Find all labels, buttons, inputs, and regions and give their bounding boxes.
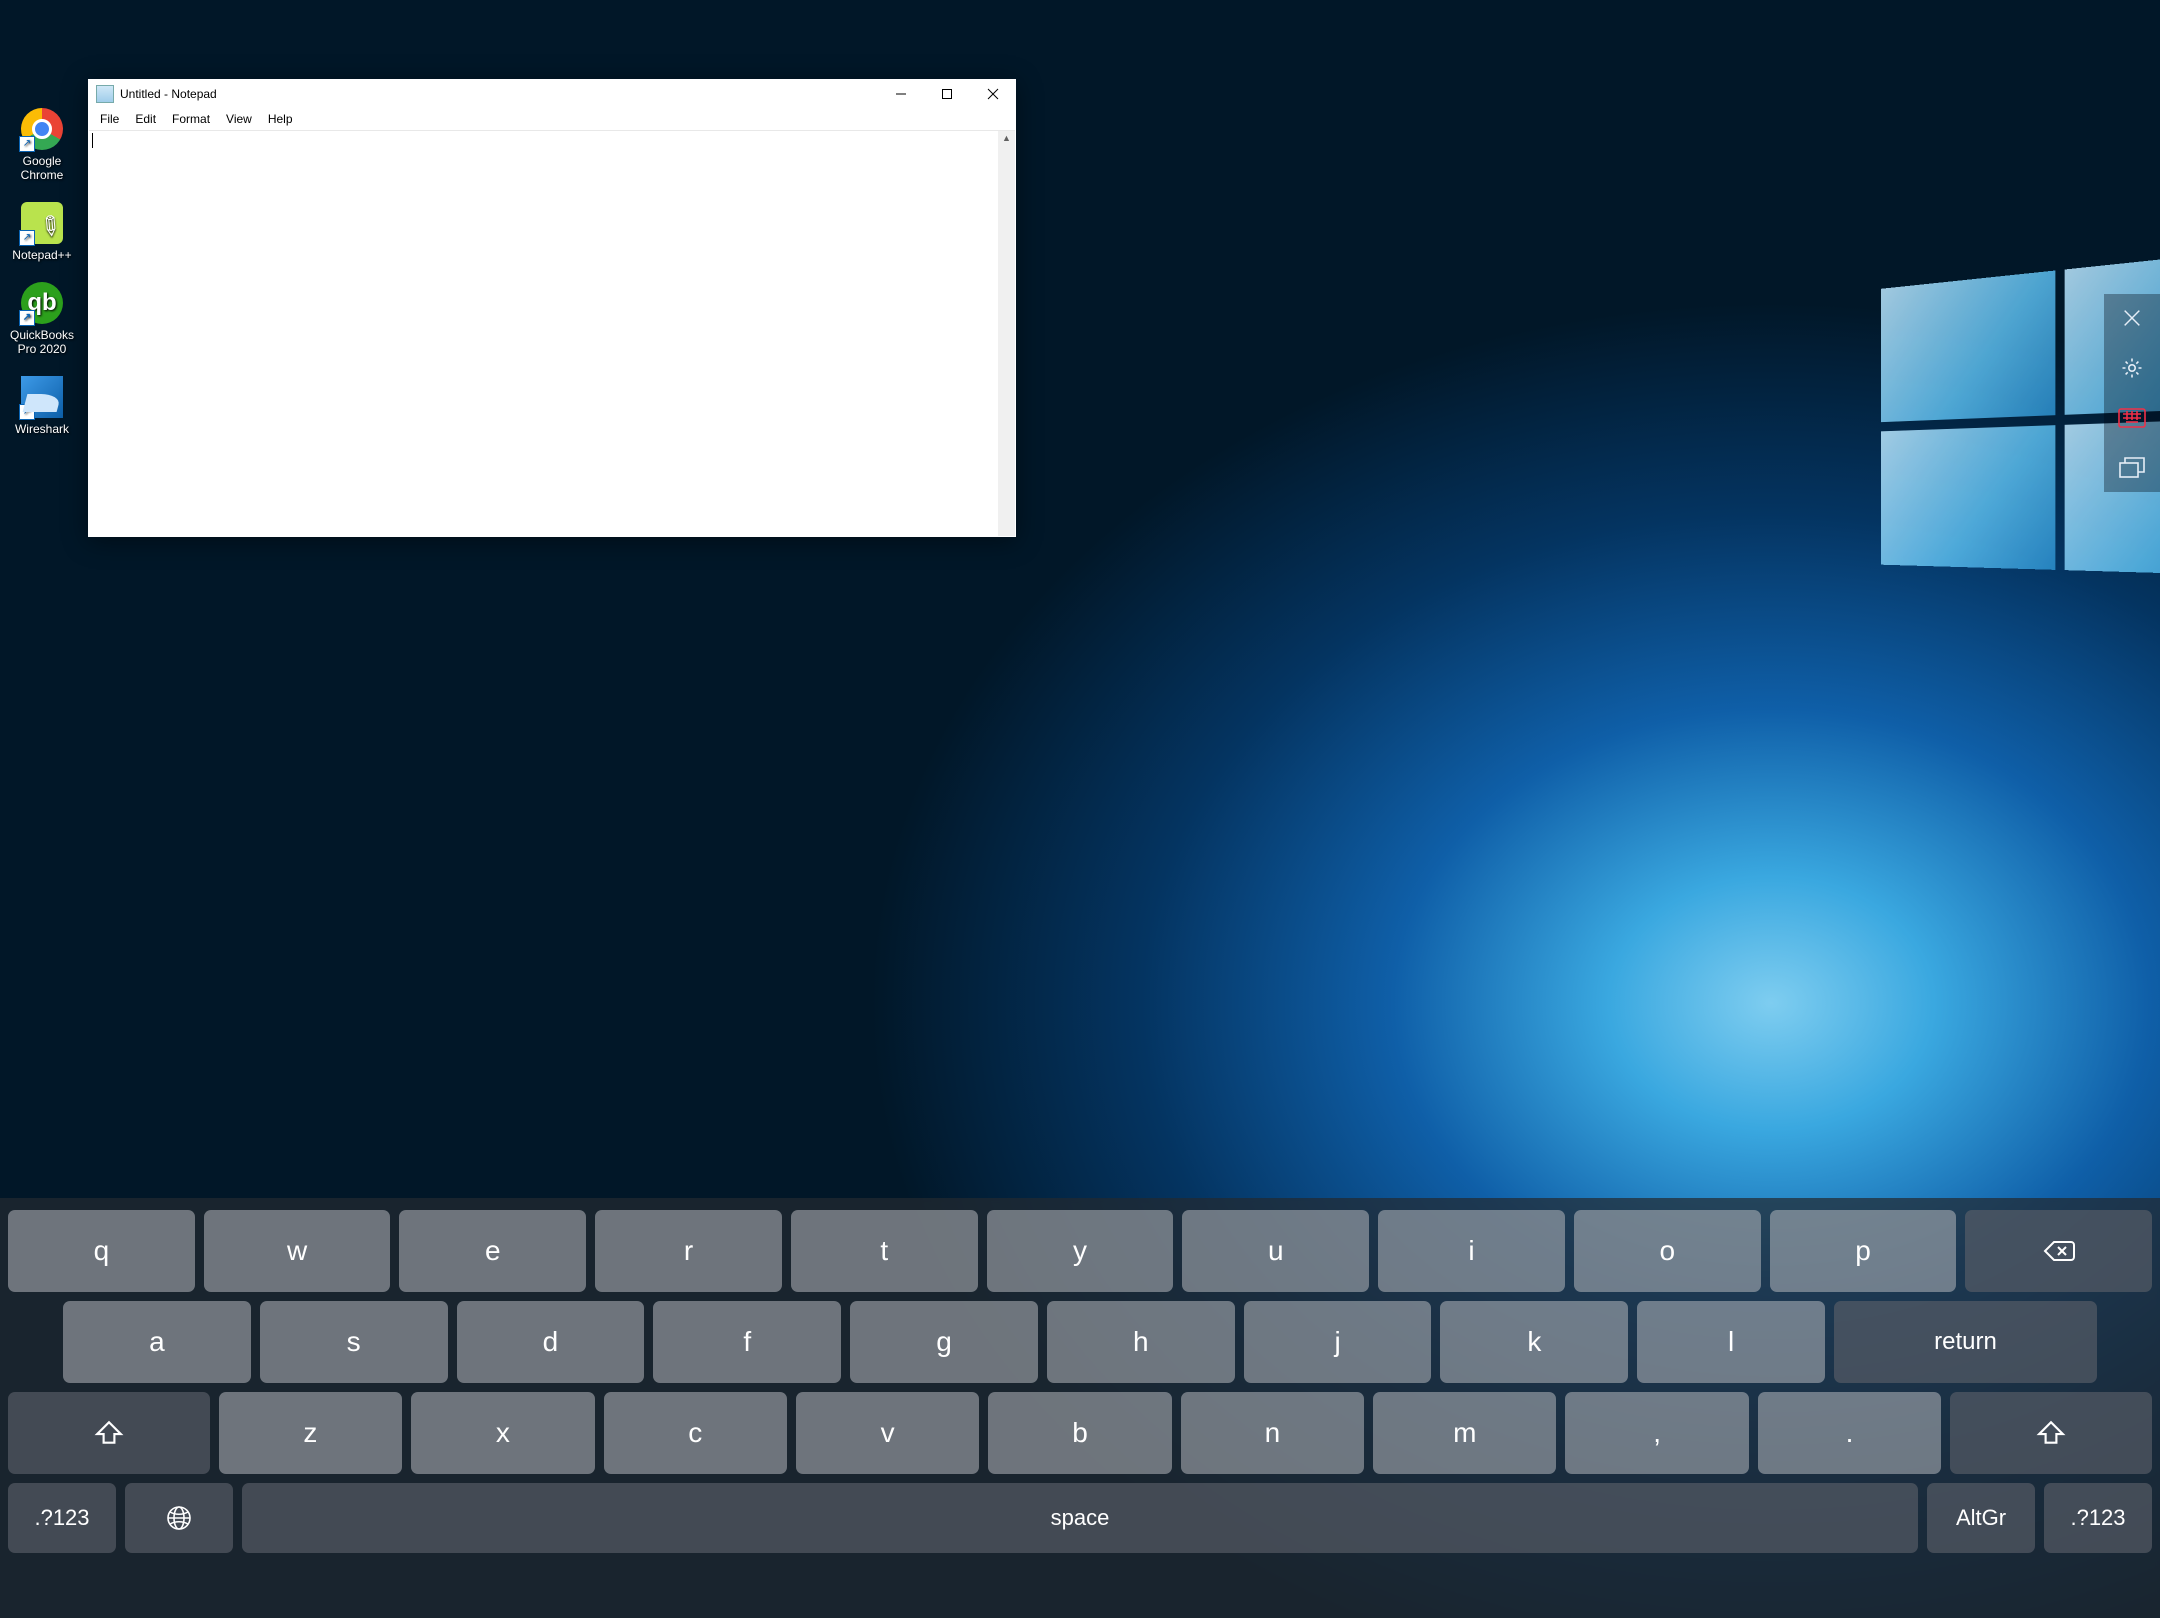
- panel-settings-button[interactable]: [2118, 356, 2146, 380]
- notepadpp-icon: ✎↗: [21, 202, 63, 244]
- multiwindow-icon: [2119, 457, 2145, 479]
- desktop-icon-label: Wireshark: [5, 422, 79, 436]
- menu-edit[interactable]: Edit: [127, 110, 164, 130]
- key-g[interactable]: g: [850, 1301, 1038, 1383]
- key-q[interactable]: q: [8, 1210, 195, 1292]
- notepad-window: Untitled - Notepad File Edit Format View…: [88, 79, 1016, 537]
- keyboard-row-4: .?123 space AltGr .?123: [8, 1483, 2152, 1553]
- keyboard-row-1: q w e r t y u i o p: [8, 1210, 2152, 1292]
- key-c[interactable]: c: [604, 1392, 787, 1474]
- key-return[interactable]: return: [1834, 1301, 2097, 1383]
- key-z[interactable]: z: [219, 1392, 402, 1474]
- key-l[interactable]: l: [1637, 1301, 1825, 1383]
- desktop-icon-chrome[interactable]: ↗ Google Chrome: [5, 108, 79, 182]
- keyboard-icon: [2118, 408, 2146, 428]
- wireshark-icon: ↗: [21, 376, 63, 418]
- key-x[interactable]: x: [411, 1392, 594, 1474]
- key-h[interactable]: h: [1047, 1301, 1235, 1383]
- chrome-icon: ↗: [21, 108, 63, 150]
- key-p[interactable]: p: [1770, 1210, 1957, 1292]
- menu-view[interactable]: View: [218, 110, 260, 130]
- menu-file[interactable]: File: [92, 110, 127, 130]
- shortcut-overlay-icon: ↗: [19, 136, 35, 152]
- text-caret: [92, 133, 93, 148]
- minimize-button[interactable]: [878, 79, 924, 109]
- key-shift-left[interactable]: [8, 1392, 210, 1474]
- key-altgr[interactable]: AltGr: [1927, 1483, 2035, 1553]
- remote-side-panel: [2104, 294, 2160, 492]
- menubar: File Edit Format View Help: [88, 110, 1016, 130]
- key-j[interactable]: j: [1244, 1301, 1432, 1383]
- gear-icon: [2120, 356, 2144, 380]
- panel-keyboard-button[interactable]: [2118, 406, 2146, 430]
- key-y[interactable]: y: [987, 1210, 1174, 1292]
- close-icon: [2121, 307, 2143, 329]
- key-s[interactable]: s: [260, 1301, 448, 1383]
- titlebar[interactable]: Untitled - Notepad: [88, 79, 1016, 110]
- keyboard-row-3: z x c v b n m , .: [8, 1392, 2152, 1474]
- vertical-scrollbar[interactable]: ▲: [998, 131, 1015, 536]
- key-period[interactable]: .: [1758, 1392, 1941, 1474]
- panel-close-button[interactable]: [2118, 306, 2146, 330]
- key-f[interactable]: f: [653, 1301, 841, 1383]
- menu-format[interactable]: Format: [164, 110, 218, 130]
- key-m[interactable]: m: [1373, 1392, 1556, 1474]
- key-n[interactable]: n: [1181, 1392, 1364, 1474]
- key-k[interactable]: k: [1440, 1301, 1628, 1383]
- key-u[interactable]: u: [1182, 1210, 1369, 1292]
- key-shift-right[interactable]: [1950, 1392, 2152, 1474]
- maximize-button[interactable]: [924, 79, 970, 109]
- key-o[interactable]: o: [1574, 1210, 1761, 1292]
- desktop-icon-notepadpp[interactable]: ✎↗ Notepad++: [5, 202, 79, 262]
- shift-icon: [2034, 1419, 2068, 1447]
- desktop-icon-quickbooks[interactable]: qb↗ QuickBooks Pro 2020: [5, 282, 79, 356]
- key-e[interactable]: e: [399, 1210, 586, 1292]
- text-editor-area[interactable]: ▲: [89, 130, 1015, 536]
- quickbooks-icon: qb↗: [21, 282, 63, 324]
- key-mode-left[interactable]: .?123: [8, 1483, 116, 1553]
- key-d[interactable]: d: [457, 1301, 645, 1383]
- key-a[interactable]: a: [63, 1301, 251, 1383]
- key-space[interactable]: space: [242, 1483, 1918, 1553]
- key-i[interactable]: i: [1378, 1210, 1565, 1292]
- menu-help[interactable]: Help: [260, 110, 301, 130]
- key-v[interactable]: v: [796, 1392, 979, 1474]
- desktop-icon-label: Notepad++: [5, 248, 79, 262]
- desktop-icon-label: Google Chrome: [5, 154, 79, 182]
- shift-icon: [92, 1419, 126, 1447]
- key-backspace[interactable]: [1965, 1210, 2152, 1292]
- panel-multiwindow-button[interactable]: [2118, 456, 2146, 480]
- close-button[interactable]: [970, 79, 1016, 109]
- shortcut-overlay-icon: ↗: [19, 404, 35, 420]
- key-w[interactable]: w: [204, 1210, 391, 1292]
- window-title: Untitled - Notepad: [120, 87, 217, 101]
- desktop-wallpaper: ↗ Google Chrome ✎↗ Notepad++ qb↗ QuickBo…: [0, 0, 2160, 1618]
- shortcut-overlay-icon: ↗: [19, 230, 35, 246]
- keyboard-row-2: a s d f g h j k l return: [8, 1301, 2152, 1383]
- key-globe[interactable]: [125, 1483, 233, 1553]
- desktop-icon-wireshark[interactable]: ↗ Wireshark: [5, 376, 79, 436]
- key-b[interactable]: b: [988, 1392, 1171, 1474]
- onscreen-keyboard: q w e r t y u i o p a s d f g h j k l re…: [0, 1198, 2160, 1618]
- shortcut-overlay-icon: ↗: [19, 310, 35, 326]
- globe-icon: [165, 1504, 193, 1532]
- desktop-icon-label: QuickBooks Pro 2020: [5, 328, 79, 356]
- backspace-icon: [2042, 1237, 2076, 1265]
- key-mode-right[interactable]: .?123: [2044, 1483, 2152, 1553]
- notepad-app-icon: [96, 85, 114, 103]
- key-t[interactable]: t: [791, 1210, 978, 1292]
- desktop-icons-column: ↗ Google Chrome ✎↗ Notepad++ qb↗ QuickBo…: [5, 108, 79, 436]
- key-comma[interactable]: ,: [1565, 1392, 1748, 1474]
- key-r[interactable]: r: [595, 1210, 782, 1292]
